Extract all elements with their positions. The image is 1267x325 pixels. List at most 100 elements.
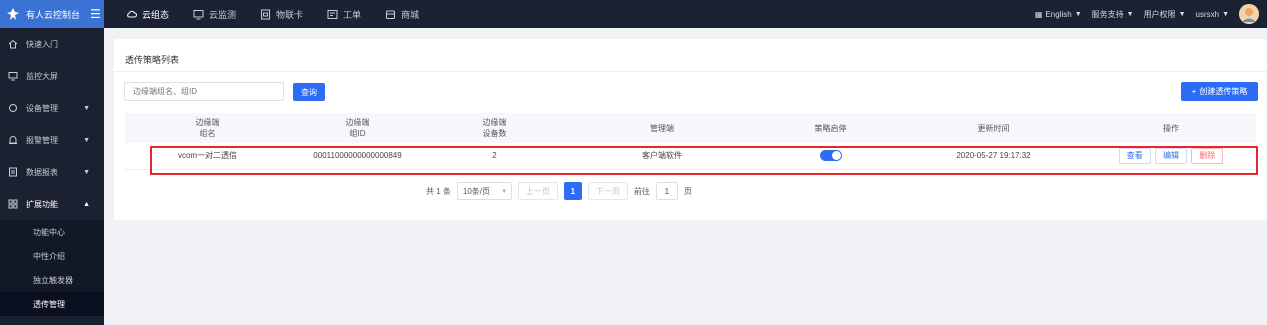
total-count: 共 1 条 [426,186,451,196]
chevron-down-icon: ▼ [83,136,90,144]
cell-manager: 客户端软件 [564,143,760,170]
column-header-group-name: 边缘端 组名 [125,113,290,143]
page-size-select[interactable]: 10条/页 ▾ [456,182,512,200]
cloud-icon [126,9,137,20]
goto-page-input[interactable]: 1 [655,182,678,200]
monitor-icon [193,9,204,20]
sidebar-item-quick-start[interactable]: 快速入门 [0,28,104,60]
extend-icon [8,199,18,209]
next-page-button[interactable]: 下一页 [587,182,628,200]
nav-label: 物联卡 [276,9,304,20]
chevron-down-icon: ▼ [83,168,90,176]
chevron-down-icon: ▾ [502,188,506,195]
sidebar-item-label: 设备管理 [26,103,58,113]
sidebar-item-label: 报警管理 [26,135,58,145]
alarm-icon [8,135,18,145]
permissions-menu[interactable]: 用户权限 ▼ [1144,9,1186,20]
permissions-label: 用户权限 [1143,9,1176,19]
goto-prefix: 前往 [633,186,650,196]
cell-group-name: vcom一对二透信 [125,143,290,170]
nav-label: 工单 [343,9,362,20]
top-right-menu: ▦ English ▼ 服务支持 ▼ 用户权限 ▼ usrsxh ▼ [1035,4,1267,24]
chevron-up-icon: ▲ [83,200,90,208]
sidebar-item-extensions[interactable]: 扩展功能 ▲ [0,188,104,220]
nav-item-sim-card[interactable]: 物联卡 [248,0,315,28]
column-header-manager: 管理端 [564,113,760,143]
edit-button[interactable]: 编辑 [1155,147,1187,164]
toggle-knob [831,151,841,161]
language-label: English [1045,9,1072,19]
sidebar-subitem-feature-center[interactable]: 功能中心 [0,220,104,244]
avatar[interactable] [1239,4,1259,24]
shop-icon [385,9,396,20]
column-header-device-count: 边缘端 设备数 [425,113,564,143]
cell-device-count: 2 [425,143,564,170]
create-policy-button[interactable]: + 创建透传策略 [1181,82,1258,101]
column-header-actions: 操作 [1086,113,1256,143]
prev-page-button[interactable]: 上一页 [517,182,558,200]
sidebar-item-label: 扩展功能 [26,199,58,209]
plus-icon: + [1191,87,1197,96]
nav-item-ticket[interactable]: 工单 [315,0,373,28]
search-input[interactable] [124,82,284,101]
table-row: vcom一对二透信 00011000000000000849 2 客户端软件 2… [125,143,1256,170]
support-menu[interactable]: 服务支持 ▼ [1092,9,1134,20]
current-page[interactable]: 1 [563,182,582,200]
logo-icon [6,7,20,21]
table-header-row: 边缘端 组名 边缘端 组ID 边缘端 设备数 管理端 策略启停 更新时间 操作 [125,113,1256,143]
nav-label: 云组态 [142,9,170,20]
sidebar-item-label: 快速入门 [26,39,58,49]
goto-suffix: 页 [683,186,692,196]
caret-down-icon: ▼ [1126,10,1134,18]
app-title: 有人云控制台 [26,9,81,20]
delete-button[interactable]: 删除 [1191,147,1224,164]
nav-item-cloud-config[interactable]: 云组态 [114,0,181,28]
device-icon [8,103,18,113]
nav-label: 商城 [401,9,420,20]
home-icon [8,39,18,49]
divider [114,71,1267,72]
nav-item-cloud-monitor[interactable]: 云监测 [181,0,248,28]
query-button[interactable]: 查询 [293,83,325,101]
screen-icon [8,71,18,81]
column-header-policy-toggle: 策略启停 [760,113,901,143]
report-icon [8,167,18,177]
sidebar-subitem-passthrough[interactable]: 透传管理 [0,292,104,316]
caret-down-icon: ▼ [1074,10,1082,18]
sidebar-item-label: 监控大屏 [26,71,58,81]
language-select[interactable]: ▦ English ▼ [1035,10,1082,19]
column-header-group-id: 边缘端 组ID [290,113,425,143]
policy-enabled-toggle[interactable] [819,150,842,162]
sidebar-item-data-report[interactable]: 数据报表 ▼ [0,156,104,188]
user-menu[interactable]: usrsxh ▼ [1196,10,1230,19]
view-button[interactable]: 查看 [1118,147,1151,164]
page-title: 透传策略列表 [125,55,180,65]
sim-card-icon [260,9,271,20]
page-size-value: 10条/页 [462,186,491,196]
language-icon: ▦ [1034,9,1043,19]
brand[interactable]: 有人云控制台 ☰ [0,0,104,28]
cell-updated-time: 2020-05-27 19:17:32 [901,143,1086,170]
sidebar: 快速入门 监控大屏 设备管理 ▼ 报警管理 ▼ 数据报表 ▼ 扩展功能 ▲ 功能… [0,28,104,325]
sidebar-subitem-neutral-intro[interactable]: 中性介绍 [0,244,104,268]
caret-down-icon: ▼ [1222,10,1229,18]
ticket-icon [327,9,338,20]
pagination: 共 1 条 10条/页 ▾ 上一页 1 下一页 前往 1 页 [426,182,692,200]
cell-group-id: 00011000000000000849 [290,143,425,170]
create-policy-label: 创建透传策略 [1199,87,1248,96]
policy-table: 边缘端 组名 边缘端 组ID 边缘端 设备数 管理端 策略启停 更新时间 操作 vco… [125,113,1256,170]
sidebar-item-monitor-screen[interactable]: 监控大屏 [0,60,104,92]
sidebar-subitem-trigger[interactable]: 独立触发器 [0,268,104,292]
support-label: 服务支持 [1091,9,1124,19]
sidebar-item-alarm-management[interactable]: 报警管理 ▼ [0,124,104,156]
top-nav: 云组态 云监测 物联卡 工单 商城 [104,0,431,28]
username: usrsxh [1195,9,1220,19]
chevron-down-icon: ▼ [83,104,90,112]
hamburger-icon[interactable]: ☰ [90,8,101,20]
nav-item-shop[interactable]: 商城 [373,0,431,28]
cell-policy-toggle [760,143,901,170]
sidebar-item-label: 数据报表 [26,167,58,177]
caret-down-icon: ▼ [1178,10,1186,18]
top-bar: 有人云控制台 ☰ 云组态 云监测 物联卡 工单 商城 ▦ English ▼ 服… [0,0,1267,28]
sidebar-item-device-management[interactable]: 设备管理 ▼ [0,92,104,124]
